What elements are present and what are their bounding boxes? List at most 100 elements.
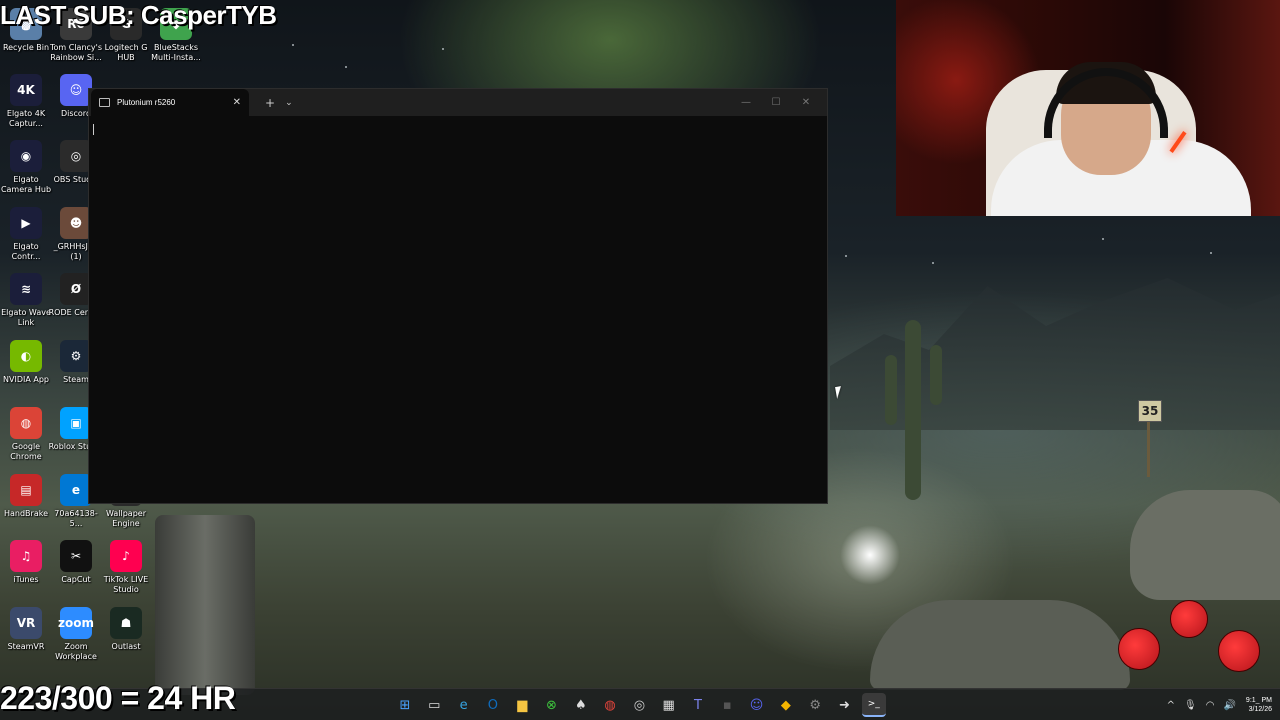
star — [932, 262, 934, 264]
close-button[interactable]: ✕ — [791, 97, 821, 108]
desktop-icon[interactable]: VR SteamVR — [0, 607, 54, 652]
terminal-tab-title: Plutonium r5260 — [117, 98, 176, 107]
file-explorer-icon[interactable]: ▆ — [510, 693, 534, 717]
app2-icon[interactable]: ➜ — [832, 693, 856, 717]
teams-icon[interactable]: T — [686, 693, 710, 717]
bluestacks-icon[interactable]: ◆ — [774, 693, 798, 717]
elgato-4k-icon: 4K — [10, 74, 42, 106]
minimize-button[interactable]: — — [731, 97, 761, 108]
desktop-icon[interactable]: ◉ Elgato Camera Hub — [0, 140, 54, 195]
outlook-icon[interactable]: O — [481, 693, 505, 717]
new-tab-button[interactable]: + — [265, 96, 275, 110]
desktop-icon[interactable]: ▶ Elgato Contr... — [0, 207, 54, 262]
task-view-icon[interactable]: ▭ — [422, 693, 446, 717]
start-icon[interactable]: ⊞ — [393, 693, 417, 717]
desktop-icon-label: Elgato Wave Link — [1, 308, 51, 327]
terminal-window[interactable]: Plutonium r5260 ✕ + ⌄ — ☐ ✕ — [88, 88, 828, 504]
spiderman-figure — [1170, 600, 1208, 638]
clock[interactable]: 9:1_ PM 3/12/26 — [1246, 696, 1272, 714]
volume-icon[interactable]: 🔊 — [1223, 700, 1235, 711]
outlast-icon: ☗ — [110, 607, 142, 639]
terminal-titlebar[interactable]: Plutonium r5260 ✕ + ⌄ — ☐ ✕ — [89, 89, 827, 116]
desktop-icon[interactable]: ♫ iTunes — [0, 540, 54, 585]
terminal-content[interactable] — [89, 116, 827, 503]
maximize-button[interactable]: ☐ — [761, 97, 791, 108]
zoom-icon: zoom — [58, 607, 94, 639]
terminal-icon[interactable]: >_ — [861, 693, 886, 717]
cactus — [905, 320, 921, 500]
desktop-icon-label: TikTok LIVE Studio — [103, 575, 149, 594]
speed-sign: 35 — [1138, 400, 1162, 422]
desktop-icon[interactable]: ▤ HandBrake — [0, 474, 54, 519]
star — [1210, 252, 1212, 254]
desktop-icon-label: NVIDIA App — [3, 375, 49, 384]
spiderman-figure — [1118, 628, 1160, 670]
star — [292, 44, 294, 46]
desktop-icon-label: Elgato 4K Captur... — [6, 109, 46, 128]
elgato-camera-icon: ◉ — [10, 140, 42, 172]
app-icon[interactable]: ▪ — [715, 693, 739, 717]
desktop-icon[interactable]: ◍ Google Chrome — [0, 407, 54, 462]
desktop-icon[interactable]: ≋ Elgato Wave Link — [0, 273, 54, 328]
store-icon[interactable]: ▦ — [657, 693, 681, 717]
terminal-tab[interactable]: Plutonium r5260 ✕ — [91, 89, 249, 116]
clock-date: 3/12/26 — [1248, 706, 1272, 713]
desktop-icon-label: SteamVR — [7, 642, 45, 651]
desktop-icon-label: Zoom Workplace — [55, 642, 97, 661]
star — [345, 66, 347, 68]
desktop-icon-label: CapCut — [61, 575, 91, 584]
steamvr-icon: VR — [10, 607, 42, 639]
obs-icon[interactable]: ◎ — [627, 693, 651, 717]
wave-link-icon: ≋ — [10, 273, 42, 305]
desktop-icon-label: 70a64138-5... — [54, 509, 98, 528]
taskbar-apps: ⊞ ▭ e O ▆ ⊗ ♠ ◍ ◎ ▦ T ▪ ☺ ◆ ⚙ ➜ >_ — [393, 689, 891, 720]
cactus-arm — [885, 355, 897, 425]
desktop-icon-label: iTunes — [13, 575, 39, 584]
wifi-icon[interactable]: ◠ — [1206, 700, 1215, 711]
capcut-icon: ✂ — [60, 540, 92, 572]
text-cursor — [93, 124, 94, 135]
chrome-icon: ◍ — [10, 407, 42, 439]
chevron-down-icon[interactable]: ⌄ — [285, 98, 293, 108]
sign-pole — [1147, 422, 1150, 477]
chrome-icon[interactable]: ◍ — [598, 693, 622, 717]
discord-icon[interactable]: ☺ — [745, 693, 769, 717]
desktop-icon[interactable]: 4K Elgato 4K Captur... — [0, 74, 54, 129]
terminal-tab-icon — [99, 98, 110, 107]
desktop-icon-label: Elgato Contr... — [11, 242, 41, 261]
desktop-icon-label: Outlast — [111, 642, 141, 651]
microphone-icon[interactable]: 🎙 — [1184, 700, 1197, 711]
rock — [1130, 490, 1280, 600]
desktop-icon[interactable]: ✂ CapCut — [48, 540, 104, 585]
desktop-icon-label: Logitech G HUB — [104, 43, 148, 62]
window-controls: — ☐ ✕ — [731, 89, 821, 116]
elgato-control-icon: ▶ — [10, 207, 42, 239]
star — [442, 48, 444, 50]
xbox-icon[interactable]: ⊗ — [539, 693, 563, 717]
desktop-icon[interactable]: zoom Zoom Workplace — [48, 607, 104, 662]
star — [845, 255, 847, 257]
desktop-icon[interactable]: ♪ TikTok LIVE Studio — [98, 540, 154, 595]
desktop-icon-label: Wallpaper Engine — [105, 509, 146, 528]
tiktok-icon: ♪ — [110, 540, 142, 572]
mountain-silhouette — [830, 278, 1280, 430]
alienware-icon[interactable]: ♠ — [569, 693, 593, 717]
desktop-icon[interactable]: ☗ Outlast — [98, 607, 154, 652]
spiderman-figure — [1218, 630, 1260, 672]
itunes-icon: ♫ — [10, 540, 42, 572]
handbrake-icon: ▤ — [10, 474, 42, 506]
desktop-icon-label: HandBrake — [3, 509, 48, 518]
clock-time: 9:1_ PM — [1245, 697, 1272, 704]
nvidia-icon: ◐ — [10, 340, 42, 372]
rock — [870, 600, 1130, 690]
close-tab-icon[interactable]: ✕ — [233, 97, 241, 108]
settings-icon[interactable]: ⚙ — [803, 693, 827, 717]
edge-icon[interactable]: e — [452, 693, 476, 717]
system-tray: ^ 🎙 ◠ 🔊 9:1_ PM 3/12/26 — [1158, 689, 1272, 720]
light-glow — [840, 525, 900, 585]
desktop-icon-label: Google Chrome — [10, 442, 42, 461]
tray-chevron-icon[interactable]: ^ — [1167, 700, 1175, 711]
desktop-icon[interactable]: ◐ NVIDIA App — [0, 340, 54, 385]
desktop-icon-label: Tom Clancy's Rainbow Si... — [49, 43, 103, 62]
last-sub-banner: LAST SUB: CasperTYB — [0, 0, 277, 30]
